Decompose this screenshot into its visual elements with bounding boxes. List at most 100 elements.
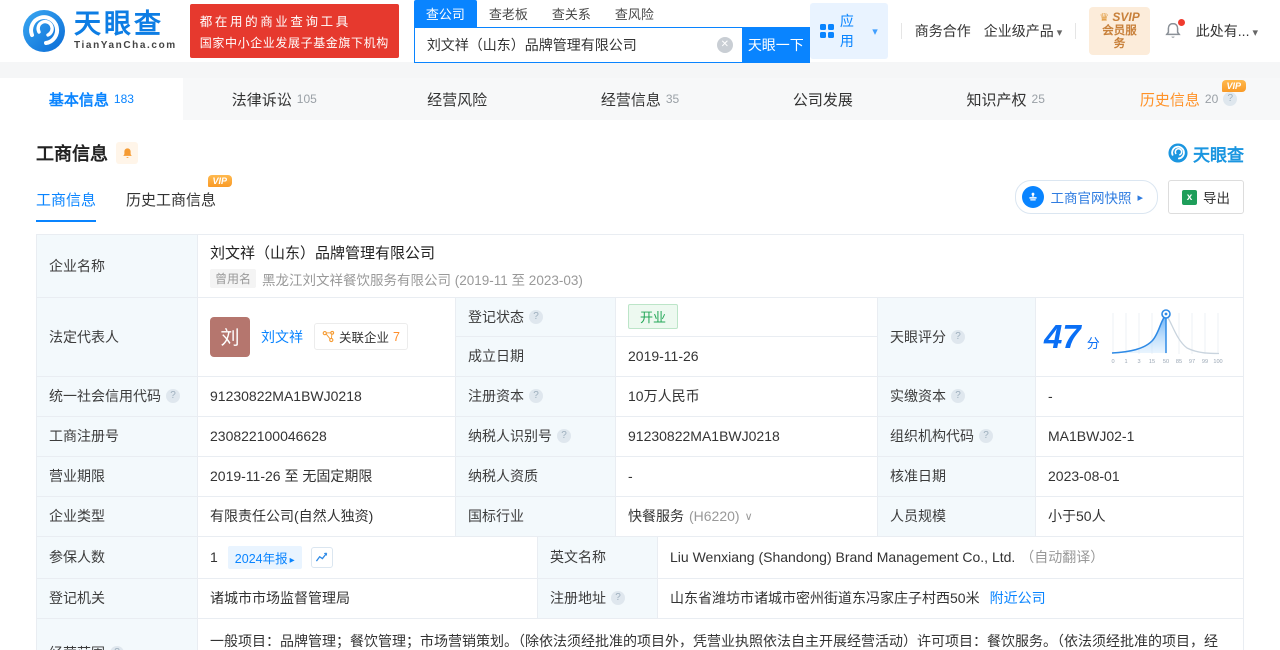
trend-chart-icon[interactable]	[310, 546, 333, 568]
svg-text:1: 1	[1124, 359, 1127, 365]
monitor-bell-icon[interactable]	[116, 142, 138, 164]
notification-bell-icon[interactable]	[1163, 19, 1185, 41]
field-label: 国标行业	[456, 496, 616, 536]
svg-text:50: 50	[1163, 359, 1169, 365]
subtab-business-info[interactable]: 工商信息	[36, 189, 97, 222]
field-label: 核准日期	[878, 456, 1036, 496]
related-companies-badge[interactable]: 关联企业 7	[314, 323, 408, 350]
field-label: 企业类型	[37, 496, 198, 536]
search-tab-relation[interactable]: 查关系	[540, 0, 603, 27]
reg-address-value: 山东省潍坊市诸城市密州街道东冯家庄子村西50米	[670, 590, 980, 606]
paid-capital-value: -	[1048, 388, 1053, 404]
help-icon[interactable]	[1223, 92, 1238, 106]
svg-text:100: 100	[1213, 359, 1222, 365]
field-label: 实缴资本	[890, 388, 946, 404]
tab-operation-info[interactable]: 经营信息 35	[549, 78, 732, 120]
search-area: 查公司 查老板 查关系 查风险 ✕ 天眼一下	[413, 0, 810, 63]
excel-icon	[1182, 189, 1197, 205]
company-name-value: 刘文祥（山东）品牌管理有限公司	[210, 245, 436, 262]
official-snapshot-button[interactable]: 工商官网快照	[1015, 180, 1158, 214]
help-icon[interactable]	[951, 329, 965, 344]
score-value: 47	[1044, 318, 1081, 355]
section-title: 工商信息	[36, 144, 108, 164]
divider	[900, 23, 902, 39]
biz-cooperation-link[interactable]: 商务合作	[915, 21, 971, 41]
help-icon[interactable]	[557, 429, 571, 443]
watermark-swirl-icon	[1168, 143, 1188, 163]
svg-text:0: 0	[1111, 359, 1114, 365]
stamp-icon	[1022, 186, 1045, 208]
chevron-down-icon[interactable]: ∨	[745, 510, 753, 523]
help-icon[interactable]	[166, 389, 180, 403]
user-menu[interactable]: 此处有...	[1196, 21, 1258, 41]
search-tab-company[interactable]: 查公司	[413, 0, 477, 27]
staff-size-value: 小于50人	[1048, 508, 1106, 524]
tab-operation-risk[interactable]: 经营风险	[366, 78, 549, 120]
clear-icon[interactable]: ✕	[716, 36, 733, 53]
auto-translate-note: （自动翻译）	[1020, 549, 1105, 565]
tab-company-development[interactable]: 公司发展	[731, 78, 914, 120]
field-label: 登记机关	[37, 578, 198, 618]
spacer-band	[0, 62, 1280, 78]
help-icon[interactable]	[110, 646, 124, 650]
legal-rep-avatar[interactable]: 刘	[210, 316, 250, 357]
subtab-history-business-info[interactable]: VIP 历史工商信息	[126, 175, 233, 222]
brand-name: 天眼查	[74, 9, 164, 39]
annual-report-badge[interactable]: 2024年报	[227, 545, 302, 569]
tab-basic-info[interactable]: 基本信息 183	[0, 78, 183, 120]
tab-legal-litigation[interactable]: 法律诉讼 105	[183, 78, 366, 120]
status-badge: 开业	[628, 304, 679, 329]
svip-member-button[interactable]: ♛ SVIP 会员服务	[1089, 6, 1150, 56]
legal-rep-link[interactable]: 刘文祥	[261, 327, 303, 347]
insured-count-value: 1	[210, 549, 218, 565]
taxpayer-quality-value: -	[616, 456, 878, 496]
field-label: 登记状态	[456, 297, 616, 336]
credit-code-value: 91230822MA1BWJ0218	[198, 376, 456, 416]
business-info-card: 工商信息 天眼查 工商信息 VIP 历史工商信息 工商官网快照 ▸ x 导出 企…	[0, 120, 1280, 650]
field-label: 注册资本	[468, 388, 524, 404]
export-button[interactable]: 导出	[1168, 180, 1244, 214]
score-widget[interactable]: 47 分 0 1 3 15 50 85 97 99 100	[1036, 298, 1243, 376]
search-button[interactable]: 天眼一下	[741, 26, 810, 63]
tab-history-info[interactable]: VIP 历史信息 20	[1097, 78, 1280, 120]
industry-value: 快餐服务	[628, 508, 684, 524]
help-icon[interactable]	[529, 389, 543, 403]
company-nav-tabs: 基本信息 183 法律诉讼 105 经营风险 经营信息 35 公司发展 知识产权 25 …	[0, 78, 1280, 120]
field-label: 参保人数	[37, 536, 198, 578]
watermark-logo: 天眼查	[1168, 141, 1244, 166]
industry-code: (H6220)	[689, 508, 740, 524]
notification-dot	[1177, 19, 1185, 26]
search-tab-risk[interactable]: 查风险	[603, 0, 666, 27]
search-tab-boss[interactable]: 查老板	[477, 0, 540, 27]
vip-badge: VIP	[1221, 80, 1247, 92]
score-distribution-chart: 0 1 3 15 50 85 97 99 100	[1111, 308, 1222, 365]
search-input[interactable]	[413, 26, 742, 63]
help-icon[interactable]	[529, 309, 543, 324]
reg-authority-value: 诸城市市场监督管理局	[198, 578, 538, 618]
logo-swirl-icon	[23, 10, 65, 52]
help-icon[interactable]	[951, 389, 965, 403]
tianyancha-logo[interactable]: 天眼查 TianYanCha.com	[22, 9, 177, 53]
table-row: 登记机关 诸城市市场监督管理局 注册地址 山东省潍坊市诸城市密州街道东冯家庄子村…	[37, 578, 1243, 619]
taxpayer-id-value: 91230822MA1BWJ0218	[616, 416, 878, 456]
apps-menu[interactable]: 应用	[809, 3, 888, 59]
field-label: 法定代表人	[37, 297, 198, 376]
enterprise-product-menu[interactable]: 企业级产品	[984, 21, 1063, 41]
field-label: 统一社会信用代码	[49, 388, 161, 404]
tab-intellectual-property[interactable]: 知识产权 25	[914, 78, 1097, 120]
business-info-table: 企业名称 刘文祥（山东）品牌管理有限公司 曾用名 黑龙江刘文祥餐饮服务有限公司 …	[36, 234, 1244, 650]
brand-domain: TianYanCha.com	[74, 40, 177, 51]
business-term-value: 2019-11-26 至 无固定期限	[198, 456, 456, 496]
nearby-companies-link[interactable]: 附近公司	[990, 588, 1046, 608]
reg-capital-value: 10万人民币	[616, 376, 878, 416]
help-icon[interactable]	[979, 429, 993, 443]
help-icon[interactable]	[611, 591, 625, 605]
former-name-value: 黑龙江刘文祥餐饮服务有限公司 (2019-11 至 2023-03)	[262, 272, 583, 288]
company-type-value: 有限责任公司(自然人独资)	[198, 496, 456, 536]
table-row: 工商注册号 230822100046628 纳税人识别号 91230822MA1…	[37, 416, 1243, 457]
svg-text:85: 85	[1176, 359, 1182, 365]
approval-date-value: 2023-08-01	[1048, 468, 1120, 484]
field-label: 经营范围	[49, 643, 105, 650]
table-row: 参保人数 1 2024年报 英文名称 Liu Wenxiang (Shandon…	[37, 536, 1243, 579]
score-unit: 分	[1086, 336, 1100, 351]
